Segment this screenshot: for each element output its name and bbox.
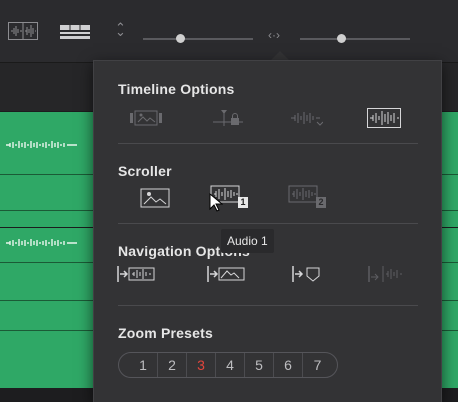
tooltip: Audio 1 — [221, 229, 274, 253]
lock-track-icon[interactable] — [208, 105, 248, 131]
section-title-timeline-options: Timeline Options — [118, 81, 235, 97]
audio-2-icon[interactable]: 2 — [287, 185, 327, 211]
jump-to-marker-icon[interactable] — [289, 261, 329, 287]
zoom-presets-group: 1 2 3 4 5 6 7 — [118, 352, 338, 378]
zoom-preset-7[interactable]: 7 — [303, 353, 332, 377]
zoom-preset-6[interactable]: 6 — [274, 353, 303, 377]
zoom-slider-knob[interactable] — [337, 34, 346, 43]
section-divider — [118, 305, 418, 306]
zoom-range-icon[interactable]: ‹·› — [268, 28, 280, 42]
audio-1-badge: 1 — [238, 197, 248, 208]
audio-2-badge: 2 — [316, 197, 326, 208]
jump-to-audio-icon[interactable] — [116, 261, 156, 287]
waveform-split-icon[interactable] — [8, 22, 38, 45]
zoom-preset-4[interactable]: 4 — [216, 353, 245, 377]
zoom-slider[interactable] — [300, 38, 410, 40]
zoom-preset-2[interactable]: 2 — [158, 353, 187, 377]
waveform — [6, 141, 77, 148]
jump-to-video-icon[interactable] — [206, 261, 246, 287]
track-height-slider-knob[interactable] — [176, 34, 185, 43]
clip-view-icon[interactable] — [60, 25, 90, 44]
track-height-slider[interactable] — [143, 38, 253, 40]
image-view-icon[interactable] — [135, 185, 175, 211]
stacked-thumbnail-icon[interactable] — [126, 105, 166, 131]
zoom-preset-1[interactable]: 1 — [129, 353, 158, 377]
section-divider — [118, 143, 418, 144]
section-title-zoom-presets: Zoom Presets — [118, 325, 213, 341]
timeline-toolbar: ⌃ ⌄ ‹·› — [0, 0, 458, 63]
height-stepper-icon[interactable]: ⌃ ⌄ — [115, 20, 126, 52]
zoom-preset-5[interactable]: 5 — [245, 353, 274, 377]
jump-disabled-icon[interactable] — [365, 261, 405, 287]
full-waveform-icon[interactable] — [364, 105, 404, 131]
section-title-scroller: Scroller — [118, 163, 172, 179]
zoom-preset-3[interactable]: 3 — [187, 353, 216, 377]
section-divider — [118, 223, 418, 224]
mouse-cursor-icon — [209, 192, 224, 218]
waveform-track-icon[interactable] — [286, 105, 326, 131]
waveform — [6, 239, 77, 246]
